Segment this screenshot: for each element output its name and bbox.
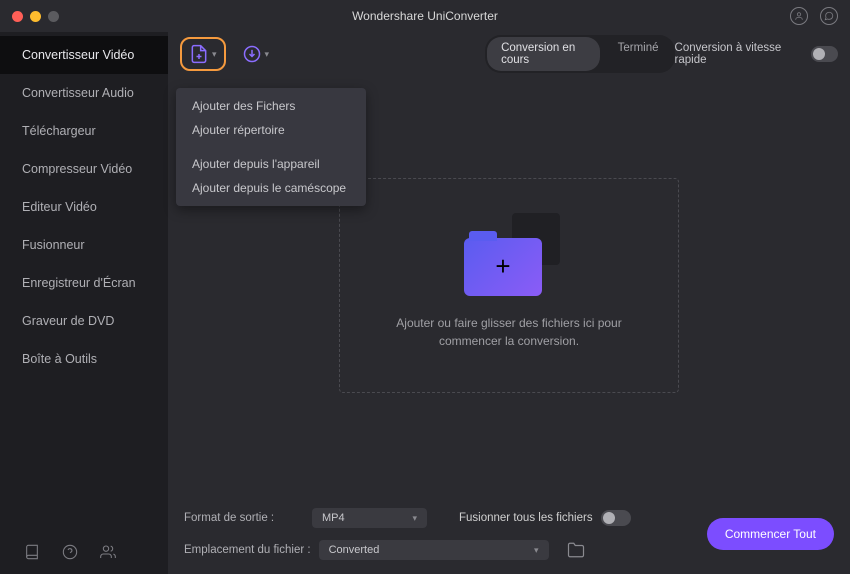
minimize-window-button[interactable]: [30, 11, 41, 22]
account-icon[interactable]: [790, 7, 808, 25]
folder-illustration: +: [464, 221, 554, 296]
tab-converting[interactable]: Conversion en cours: [487, 37, 600, 71]
dropdown-add-folder[interactable]: Ajouter répertoire: [176, 118, 366, 142]
maximize-window-button[interactable]: [48, 11, 59, 22]
plus-icon: +: [495, 251, 510, 282]
close-window-button[interactable]: [12, 11, 23, 22]
output-format-select[interactable]: MP4 ▾: [312, 508, 427, 528]
sidebar-footer: [0, 530, 168, 574]
bottom-bar: Format de sortie : MP4 ▾ Fusionner tous …: [168, 494, 850, 574]
output-format-label: Format de sortie :: [184, 512, 304, 524]
output-location-label: Emplacement du fichier :: [184, 544, 311, 556]
main-panel: ▾ ▾ Conversion en cours Terminé Conversi…: [168, 32, 850, 574]
merge-toggle[interactable]: [601, 510, 631, 526]
dropdown-add-from-camcorder[interactable]: Ajouter depuis le caméscope: [176, 176, 366, 200]
chevron-down-icon: ▾: [265, 49, 270, 60]
add-file-icon: [189, 44, 209, 64]
guide-icon[interactable]: [24, 544, 40, 560]
status-tabs: Conversion en cours Terminé: [485, 35, 674, 73]
sidebar-item-screen-recorder[interactable]: Enregistreur d'Écran: [0, 264, 168, 302]
dropzone-text: Ajouter ou faire glisser des fichiers ic…: [369, 314, 649, 350]
high-speed-label: Conversion à vitesse rapide: [675, 42, 802, 66]
open-folder-icon[interactable]: [567, 541, 585, 559]
download-button[interactable]: ▾: [236, 40, 276, 68]
app-layout: Convertisseur Vidéo Convertisseur Audio …: [0, 32, 850, 574]
chevron-down-icon: ▾: [212, 49, 217, 60]
output-format-value: MP4: [322, 512, 345, 524]
sidebar-item-editor[interactable]: Editeur Vidéo: [0, 188, 168, 226]
merge-option: Fusionner tous les fichiers: [459, 510, 631, 526]
chevron-down-icon: ▾: [412, 513, 417, 524]
merge-label: Fusionner tous les fichiers: [459, 512, 593, 524]
toolbar: ▾ ▾ Conversion en cours Terminé Conversi…: [168, 32, 850, 76]
dropdown-separator: [176, 142, 366, 152]
app-title: Wondershare UniConverter: [352, 9, 498, 23]
dropdown-add-files[interactable]: Ajouter des Fichers: [176, 94, 366, 118]
dropdown-add-from-device[interactable]: Ajouter depuis l'appareil: [176, 152, 366, 176]
sidebar-item-audio-converter[interactable]: Convertisseur Audio: [0, 74, 168, 112]
sidebar-item-toolbox[interactable]: Boîte à Outils: [0, 340, 168, 378]
toolbar-right: Conversion à vitesse rapide: [675, 42, 838, 66]
download-icon: [242, 44, 262, 64]
output-location-select[interactable]: Converted ▾: [319, 540, 549, 560]
sidebar-item-compressor[interactable]: Compresseur Vidéo: [0, 150, 168, 188]
feedback-icon[interactable]: [820, 7, 838, 25]
dropzone[interactable]: + Ajouter ou faire glisser des fichiers …: [339, 178, 679, 393]
sidebar-item-video-converter[interactable]: Convertisseur Vidéo: [0, 36, 168, 74]
output-location-value: Converted: [329, 544, 380, 556]
sidebar: Convertisseur Vidéo Convertisseur Audio …: [0, 32, 168, 574]
refer-icon[interactable]: [100, 544, 116, 560]
start-all-button[interactable]: Commencer Tout: [707, 518, 834, 550]
high-speed-toggle[interactable]: [811, 46, 838, 62]
sidebar-item-merger[interactable]: Fusionneur: [0, 226, 168, 264]
chevron-down-icon: ▾: [534, 545, 539, 556]
help-icon[interactable]: [62, 544, 78, 560]
tab-done[interactable]: Terminé: [604, 37, 673, 71]
window-controls: [12, 11, 59, 22]
add-file-button[interactable]: ▾: [180, 37, 226, 71]
sidebar-item-dvd-burner[interactable]: Graveur de DVD: [0, 302, 168, 340]
add-file-dropdown: Ajouter des Fichers Ajouter répertoire A…: [176, 88, 366, 206]
titlebar: Wondershare UniConverter: [0, 0, 850, 32]
sidebar-item-downloader[interactable]: Téléchargeur: [0, 112, 168, 150]
